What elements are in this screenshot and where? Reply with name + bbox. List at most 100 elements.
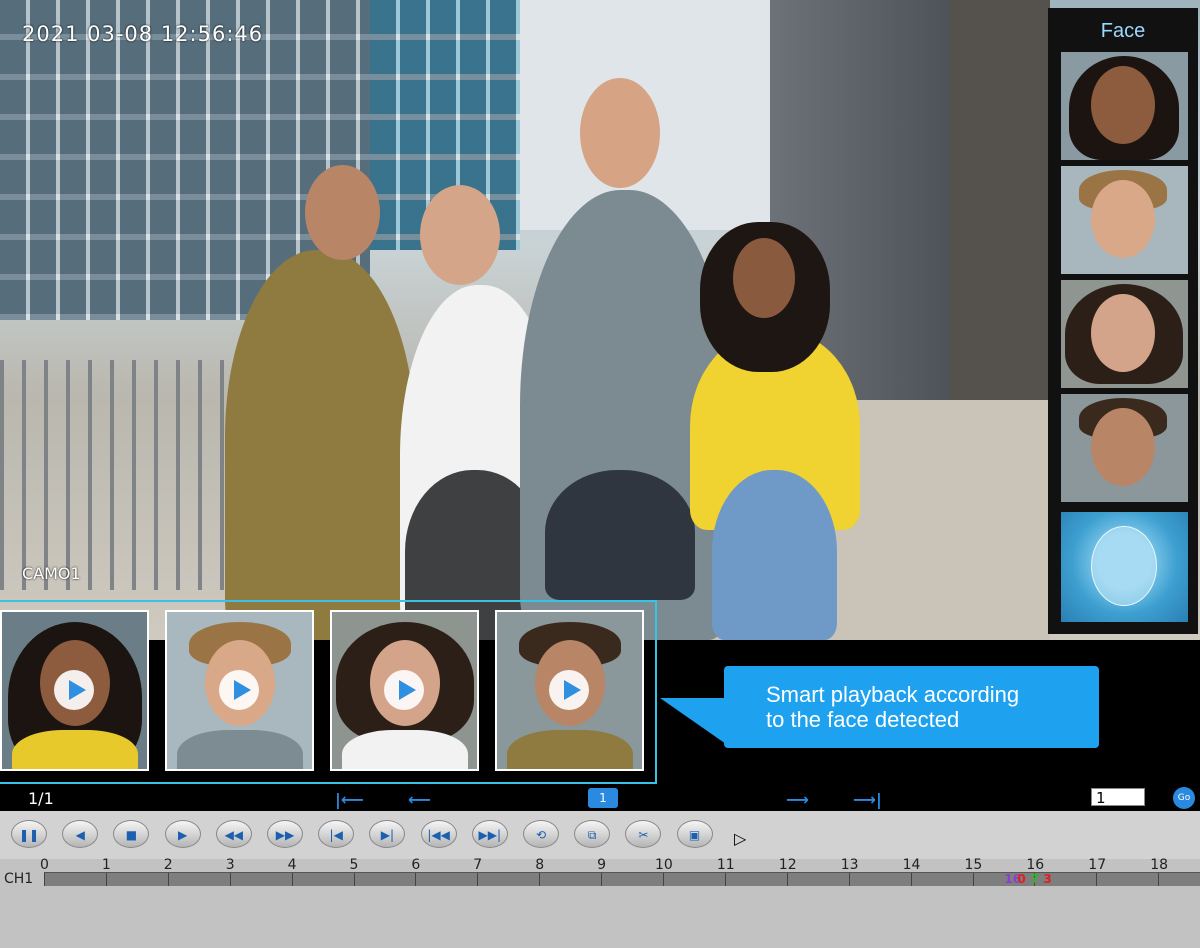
next-page-arrow-icon[interactable]: ⟶ <box>786 790 809 809</box>
osd-datetime: 2021 03-08 12:56:46 <box>22 22 264 46</box>
timeline-hour-label: 7 <box>473 857 483 873</box>
timeline-hour-label: 11 <box>716 857 735 873</box>
face-panel: Face <box>1048 8 1198 634</box>
timeline-hour-label: 6 <box>411 857 421 873</box>
pause-button[interactable]: ❚❚ <box>11 820 47 848</box>
clip-thumb-1[interactable] <box>0 610 149 771</box>
face-thumb-3[interactable] <box>1061 280 1188 388</box>
timeline-hour-label: 16 <box>1026 857 1045 873</box>
next-frame-button[interactable]: ▶| <box>369 820 406 848</box>
timeline-hour-label: 3 <box>225 857 235 873</box>
channel-label: CH1 <box>4 871 34 887</box>
pointer-cursor-icon: ▷ <box>734 829 747 848</box>
timeline-tick <box>477 873 479 886</box>
timeline-hour-label: 5 <box>349 857 359 873</box>
clip-body <box>12 730 138 769</box>
next-file-button[interactable]: ▶▶| <box>471 820 508 848</box>
face-thumb-1[interactable] <box>1061 52 1188 160</box>
timeline-tick <box>1158 873 1160 886</box>
timeline-tick <box>786 873 788 886</box>
fast-forward-button[interactable]: ▶▶ <box>267 820 303 848</box>
rewind-button[interactable]: ◀◀ <box>215 820 252 848</box>
timeline-tick <box>105 873 107 886</box>
repeat-button[interactable]: ⟲ <box>523 820 559 848</box>
face <box>1091 408 1155 486</box>
timeline-hour-label: 4 <box>287 857 297 873</box>
timeline-hour-label: 13 <box>840 857 859 873</box>
record-segment-label: 7 <box>1030 872 1039 886</box>
play-icon[interactable] <box>549 670 589 710</box>
person-woman-blue-jeans <box>712 470 837 640</box>
face-scan-icon[interactable] <box>1061 512 1188 622</box>
timeline-hour-label: 10 <box>655 857 673 873</box>
person-head <box>305 165 380 260</box>
first-page-arrow-icon[interactable]: |⟵ <box>335 790 364 809</box>
playback-controls: ▷ ❚❚ ◀ ■ ▶ ◀◀ ▶▶ |◀ ▶| |◀◀ ▶▶| ⟲ ⧉ ✂ ▣ <box>0 811 1200 859</box>
go-button[interactable]: Go <box>1173 787 1195 809</box>
face <box>1091 66 1155 144</box>
callout-bubble: Smart playback according to the face dete… <box>724 666 1099 748</box>
timeline: CH1 16 0 7 3 0 1 2 3 4 5 6 7 8 9 10 11 12 13 14 15 16 17 18 <box>0 857 1200 948</box>
clip-body <box>342 730 468 769</box>
timeline-hour-label: 0 <box>40 857 49 873</box>
person-head <box>733 238 795 318</box>
page-indicator: 1/1 <box>28 789 54 808</box>
timeline-tick <box>167 873 169 886</box>
stop-button[interactable]: ■ <box>113 820 150 848</box>
save-button[interactable]: ▣ <box>676 820 713 848</box>
clip-thumb-3[interactable] <box>330 610 479 771</box>
previous-file-button[interactable]: |◀◀ <box>420 820 457 848</box>
timeline-hour-label: 2 <box>163 857 173 873</box>
page-jump-input[interactable]: 1 <box>1091 788 1145 807</box>
timeline-hour-label: 8 <box>535 857 545 873</box>
railing <box>0 360 260 590</box>
person-man-olive-shirt <box>225 250 415 640</box>
play-icon[interactable] <box>219 670 259 710</box>
timeline-hour-label: 12 <box>778 857 797 873</box>
record-segment-label: 3 <box>1043 872 1052 886</box>
play-icon[interactable] <box>54 670 94 710</box>
reverse-play-button[interactable]: ◀ <box>62 820 99 848</box>
callout-pointer <box>660 698 726 744</box>
callout-line-1: Smart playback according <box>766 682 1020 707</box>
face-thumb-4[interactable] <box>1061 394 1188 502</box>
timeline-tick <box>972 873 974 886</box>
timeline-tick <box>291 873 293 886</box>
timeline-hour-label: 9 <box>597 857 607 873</box>
osd-camera-label: CAMO1 <box>22 564 81 583</box>
clip-thumb-4[interactable] <box>495 610 644 771</box>
current-page-button[interactable]: 1 <box>588 788 618 808</box>
play-icon[interactable] <box>384 670 424 710</box>
timeline-tick <box>848 873 850 886</box>
timeline-tick <box>44 873 45 886</box>
timeline-tick <box>229 873 231 886</box>
face <box>1091 526 1157 606</box>
timeline-track[interactable]: 16 0 7 3 <box>44 872 1200 886</box>
callout-line-2: to the face detected <box>766 707 960 732</box>
face <box>1091 180 1155 258</box>
timeline-hour-label: 14 <box>902 857 921 873</box>
clip-button[interactable]: ✂ <box>625 820 662 848</box>
timeline-tick <box>663 873 664 886</box>
play-button[interactable]: ▶ <box>164 820 201 848</box>
multi-window-button[interactable]: ⧉ <box>574 820 611 848</box>
clip-body <box>177 730 303 769</box>
timeline-hour-label: 18 <box>1150 857 1169 873</box>
person-head <box>580 78 660 188</box>
timeline-tick <box>910 873 912 886</box>
video-frame[interactable]: 2021 03-08 12:56:46 CAMO1 <box>0 0 1200 640</box>
timeline-tick <box>415 873 417 886</box>
face-panel-title: Face <box>1100 20 1146 42</box>
face-thumb-2[interactable] <box>1061 166 1188 274</box>
callout-text: Smart playback according to the face dete… <box>766 682 1086 732</box>
prev-page-arrow-icon[interactable]: ⟵ <box>408 790 431 809</box>
timeline-tick <box>539 873 541 886</box>
timeline-tick <box>601 873 603 886</box>
previous-frame-button[interactable]: |◀ <box>318 820 355 848</box>
face <box>1091 294 1155 372</box>
clip-thumb-2[interactable] <box>165 610 314 771</box>
last-page-arrow-icon[interactable]: ⟶| <box>853 790 882 809</box>
timeline-hour-label: 15 <box>964 857 983 873</box>
clip-body <box>507 730 633 769</box>
person-man-shorts <box>545 470 695 600</box>
